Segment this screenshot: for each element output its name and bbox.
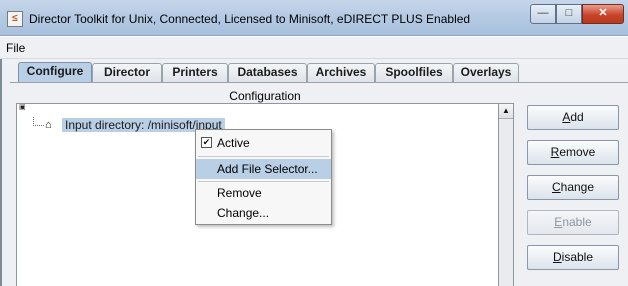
folder-icon: ⌂ [45,119,52,131]
context-menu-item-add-file-selector[interactable]: Add File Selector... [196,159,331,179]
context-menu-item-label: Change... [217,206,270,220]
mnemonic: D [552,250,562,264]
checkbox-checked-icon[interactable]: ✔ [201,137,212,148]
tab-spoolfiles[interactable]: Spoolfiles [375,63,453,82]
button-label: isable [561,250,594,264]
maximize-button[interactable]: □ [556,4,582,24]
title-bar[interactable]: ≤ Director Toolkit for Unix, Connected, … [0,0,628,36]
disable-button[interactable]: Disable [527,245,619,270]
close-button[interactable]: ✕ [582,4,624,24]
minimize-button[interactable]: — [530,4,556,24]
menu-bar: File [0,37,628,59]
window-left-border [0,59,2,286]
change-button[interactable]: Change [527,175,619,200]
context-menu-item-remove[interactable]: Remove [196,183,331,203]
context-menu-item-label: Add File Selector... [217,162,318,176]
context-menu: ✔ Active Add File Selector... Remove Cha… [195,129,332,225]
context-menu-item-change[interactable]: Change... [196,203,331,223]
tab-director[interactable]: Director [92,63,162,82]
panel-title: Configuration [229,89,301,103]
button-label: hange [560,180,595,194]
button-label: dd [570,110,584,124]
window-title: Director Toolkit for Unix, Connected, Li… [29,12,471,26]
tab-printers[interactable]: Printers [162,63,228,82]
app-icon: ≤ [7,11,23,27]
mnemonic: R [550,145,560,159]
tab-configure[interactable]: Configure [18,62,92,83]
tab-archives[interactable]: Archives [307,63,375,82]
remove-button[interactable]: Remove [527,140,619,165]
tree-scrollbar[interactable]: ▲ [498,103,514,286]
tree-connector [33,125,44,126]
context-menu-item-label: Remove [217,186,262,200]
mnemonic: C [551,180,561,194]
tab-databases[interactable]: Databases [228,63,307,82]
tab-overlays[interactable]: Overlays [453,63,519,82]
button-label: emove [559,145,596,159]
tree-root-icon[interactable]: ▣ [19,104,28,117]
menu-separator [198,181,329,182]
menu-separator [198,156,329,157]
context-menu-item-label: Active [217,136,250,150]
button-label: nable [562,215,592,229]
enable-button[interactable]: Enable [527,210,619,235]
scroll-up-arrow-icon[interactable]: ▲ [499,104,513,119]
add-button[interactable]: Add [527,105,619,130]
menu-file[interactable]: File [6,41,25,55]
context-menu-item-active[interactable]: ✔ Active [196,133,331,153]
